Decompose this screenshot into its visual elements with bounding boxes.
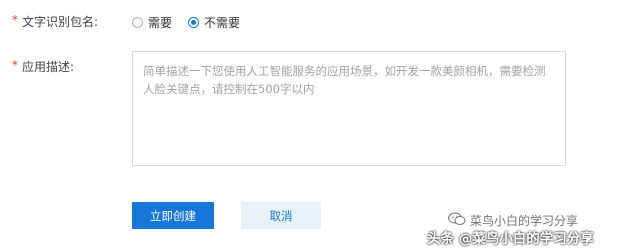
required-mark: * [12,13,18,27]
create-button[interactable]: 立即创建 [132,202,214,229]
radio-needed[interactable] [132,17,143,28]
required-mark: * [12,58,18,72]
package-name-radio-group: 需要 不需要 [132,14,256,31]
radio-not-needed[interactable] [188,17,200,28]
radio-not-needed-label: 不需要 [204,16,241,30]
wechat-icon [448,212,466,225]
cancel-button[interactable]: 取消 [241,202,321,229]
radio-option-not-needed[interactable]: 不需要 [188,14,240,31]
description-textarea[interactable] [132,51,566,166]
radio-needed-label: 需要 [148,16,173,30]
package-name-label: 文字识别包名: [22,15,99,29]
watermark-source: 头条 @菜鸟小白的学习分享 [427,231,594,247]
description-label: 应用描述: [22,60,75,74]
radio-option-needed[interactable]: 需要 [132,14,172,31]
